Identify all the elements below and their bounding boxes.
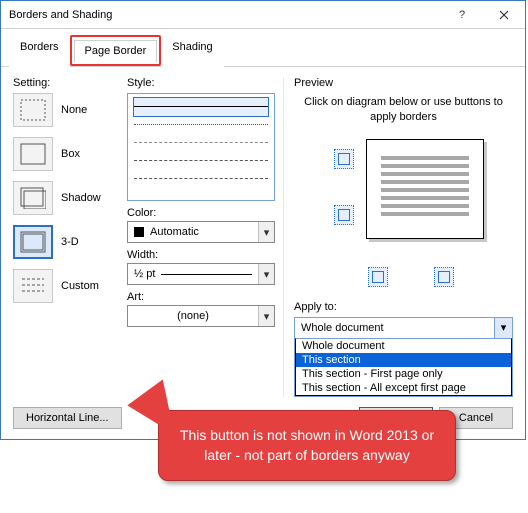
style-column: Style: Color: Automatic ▾ Width: ½ pt [127, 77, 275, 397]
setting-label: Box [61, 148, 80, 160]
apply-to-option[interactable]: This section - First page only [296, 367, 511, 381]
color-group: Color: Automatic ▾ [127, 207, 275, 243]
style-option-solid[interactable] [134, 98, 268, 116]
apply-to-value: Whole document [295, 318, 512, 338]
preview-column: Preview Click on diagram below or use bu… [283, 77, 513, 397]
apply-to-option[interactable]: Whole document [296, 339, 511, 353]
setting-label: 3-D [61, 236, 79, 248]
dialog-window: Borders and Shading ? Borders Page Borde… [0, 0, 526, 440]
setting-3d[interactable]: 3-D [13, 225, 119, 259]
apply-to-dropdown-list: Whole document This section This section… [295, 338, 512, 396]
art-group: Art: (none) ▾ [127, 291, 275, 327]
style-option[interactable] [134, 134, 268, 152]
style-option[interactable] [134, 170, 268, 188]
preview-diagram [294, 135, 513, 295]
apply-to-combo[interactable]: Whole document ▾ Whole document This sec… [294, 317, 513, 397]
border-right-toggle[interactable] [434, 267, 454, 287]
setting-label: Custom [61, 280, 99, 292]
width-combo[interactable]: ½ pt ▾ [127, 263, 275, 285]
art-combo[interactable]: (none) ▾ [127, 305, 275, 327]
titlebar: Borders and Shading ? [1, 1, 525, 29]
style-list[interactable] [127, 93, 275, 201]
tab-strip: Borders Page Border Shading [1, 29, 525, 67]
setting-label: Shadow [61, 192, 101, 204]
setting-custom-icon [13, 269, 53, 303]
setting-shadow-icon [13, 181, 53, 215]
setting-none-icon [13, 93, 53, 127]
chevron-down-icon: ▾ [258, 222, 274, 242]
setting-none[interactable]: None [13, 93, 119, 127]
chevron-down-icon: ▾ [258, 264, 274, 284]
width-value: ½ pt [134, 268, 155, 280]
help-button[interactable]: ? [441, 1, 483, 28]
style-label: Style: [127, 77, 275, 89]
window-title: Borders and Shading [9, 9, 441, 21]
settings-label: Setting: [13, 77, 119, 89]
close-icon [499, 10, 509, 20]
preview-label: Preview [294, 77, 513, 89]
preview-page[interactable] [366, 139, 484, 239]
color-label: Color: [127, 207, 275, 219]
tab-borders[interactable]: Borders [9, 36, 70, 67]
horizontal-line-button[interactable]: Horizontal Line... [13, 407, 122, 429]
annotation-highlight: Page Border [70, 35, 162, 66]
width-label: Width: [127, 249, 275, 261]
apply-to-option[interactable]: This section - All except first page [296, 381, 511, 395]
tab-shading[interactable]: Shading [161, 36, 223, 67]
style-option[interactable] [134, 152, 268, 170]
setting-3d-icon [13, 225, 53, 259]
annotation-callout: This button is not shown in Word 2013 or… [158, 410, 456, 481]
art-value: (none) [177, 310, 209, 322]
settings-column: Setting: None Box Shadow [13, 77, 119, 397]
width-group: Width: ½ pt ▾ [127, 249, 275, 285]
chevron-down-icon: ▾ [494, 318, 512, 338]
chevron-down-icon: ▾ [258, 306, 274, 326]
close-button[interactable] [483, 1, 525, 28]
border-top-toggle[interactable] [334, 149, 354, 169]
setting-box-icon [13, 137, 53, 171]
art-label: Art: [127, 291, 275, 303]
width-line-icon [161, 274, 252, 275]
style-option[interactable] [134, 116, 268, 134]
setting-label: None [61, 104, 87, 116]
color-swatch-icon [134, 227, 144, 237]
tab-page-border[interactable]: Page Border [74, 40, 158, 63]
color-value: Automatic [150, 226, 199, 238]
preview-hint: Click on diagram below or use buttons to… [304, 95, 503, 125]
border-bottom-toggle[interactable] [334, 205, 354, 225]
dialog-body: Setting: None Box Shadow [1, 67, 525, 401]
setting-custom[interactable]: Custom [13, 269, 119, 303]
setting-box[interactable]: Box [13, 137, 119, 171]
apply-to-label: Apply to: [294, 301, 513, 313]
apply-to-option[interactable]: This section [296, 353, 511, 367]
color-combo[interactable]: Automatic ▾ [127, 221, 275, 243]
setting-shadow[interactable]: Shadow [13, 181, 119, 215]
border-left-toggle[interactable] [368, 267, 388, 287]
